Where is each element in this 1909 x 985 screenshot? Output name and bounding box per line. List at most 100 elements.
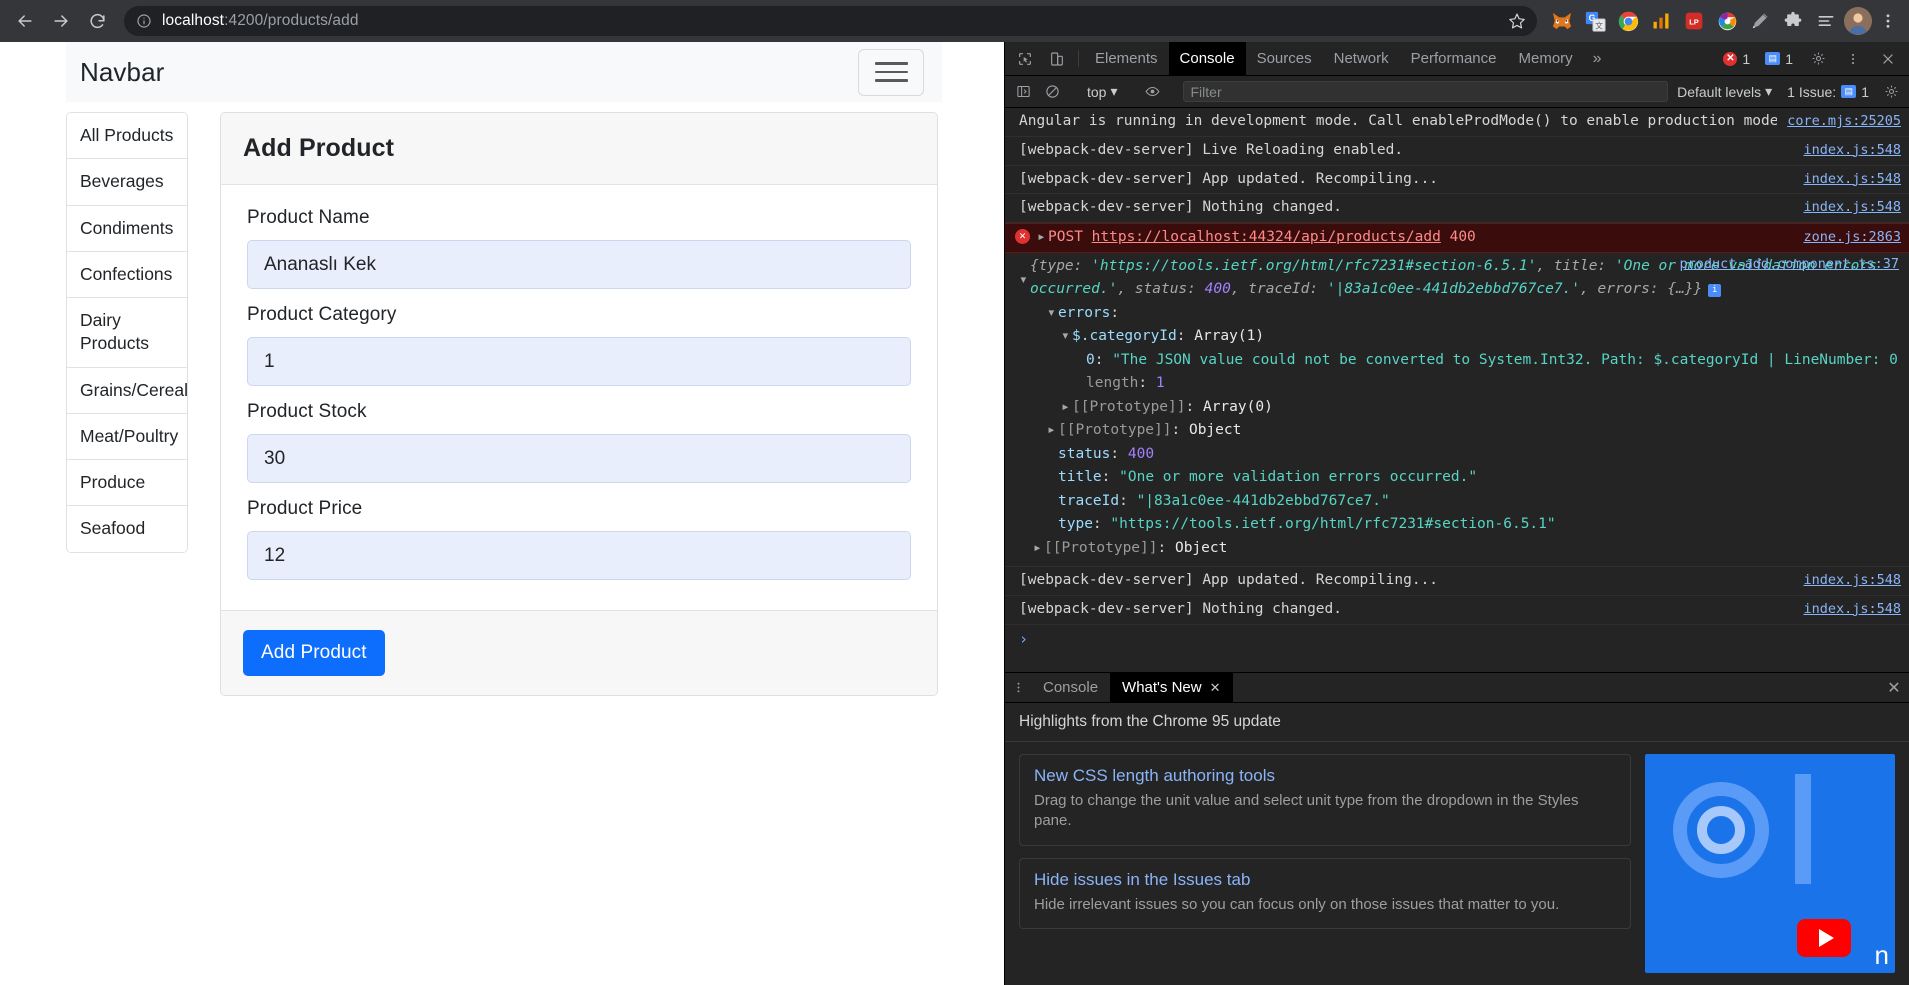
google-translate-extension-icon[interactable]: G文 xyxy=(1580,6,1610,36)
error-object-property-row[interactable]: 0: "The JSON value could not be converte… xyxy=(1019,349,1909,372)
metamask-extension-icon[interactable] xyxy=(1547,6,1577,36)
error-object-property-row[interactable]: $.categoryId: Array(1) xyxy=(1019,325,1901,348)
console-source-link[interactable]: index.js:548 xyxy=(1803,570,1901,590)
issues-counter[interactable]: 1 Issue: ▤ 1 xyxy=(1781,84,1875,100)
devtools-tab-network[interactable]: Network xyxy=(1323,42,1400,75)
reading-list-icon[interactable] xyxy=(1811,6,1841,36)
console-source-link[interactable]: index.js:548 xyxy=(1803,197,1901,217)
inspect-element-icon[interactable] xyxy=(1009,42,1041,75)
drawer-tab-console[interactable]: Console xyxy=(1031,673,1110,702)
error-object-property-row[interactable]: type: "https://tools.ietf.org/html/rfc72… xyxy=(1019,513,1901,536)
forward-button[interactable] xyxy=(44,4,78,38)
collapse-arrow-icon[interactable] xyxy=(1061,325,1070,348)
whats-new-card-title[interactable]: Hide issues in the Issues tab xyxy=(1034,870,1616,890)
error-object-property-row[interactable]: title: "One or more validation errors oc… xyxy=(1019,466,1901,489)
message-count-badge[interactable]: ▤ 1 xyxy=(1759,51,1799,67)
error-object-property-row[interactable]: status: 400 xyxy=(1019,443,1901,466)
more-tabs-button[interactable]: » xyxy=(1584,42,1611,75)
site-info-icon[interactable] xyxy=(136,13,152,29)
address-bar[interactable]: localhost:4200/products/add xyxy=(124,6,1537,36)
product-price-input[interactable] xyxy=(247,531,911,580)
star-icon[interactable] xyxy=(1505,9,1529,33)
whats-new-card-title[interactable]: New CSS length authoring tools xyxy=(1034,766,1616,786)
category-item[interactable]: Beverages xyxy=(67,159,187,206)
collapse-arrow-icon[interactable] xyxy=(1019,269,1028,292)
profile-avatar[interactable] xyxy=(1844,7,1872,35)
devtools-tab-console[interactable]: Console xyxy=(1168,42,1246,75)
console-sidebar-icon[interactable] xyxy=(1010,79,1036,105)
collapse-arrow-icon[interactable] xyxy=(1047,302,1056,325)
error-object-property-row[interactable]: [[Prototype]]: Array(0) xyxy=(1019,396,1901,419)
whats-new-video-thumbnail[interactable]: n xyxy=(1645,754,1895,973)
devtools-tab-memory[interactable]: Memory xyxy=(1508,42,1584,75)
product-stock-input[interactable] xyxy=(247,434,911,483)
back-button[interactable] xyxy=(8,4,42,38)
console-settings-icon[interactable] xyxy=(1878,79,1904,105)
gear-icon[interactable] xyxy=(1802,51,1834,66)
drawer-more-options-icon[interactable] xyxy=(1005,673,1031,702)
info-badge-icon[interactable]: i xyxy=(1708,284,1722,298)
navbar-brand[interactable]: Navbar xyxy=(80,57,164,88)
object-brace-type-key: {type: xyxy=(1030,257,1092,274)
category-item[interactable]: Seafood xyxy=(67,506,187,552)
error-object-property-row[interactable]: [[Prototype]]: Object xyxy=(1019,537,1901,560)
whats-new-card[interactable]: New CSS length authoring tools Drag to ch… xyxy=(1019,754,1631,846)
lastpass-extension-icon[interactable]: LP xyxy=(1679,6,1709,36)
expand-arrow-icon[interactable] xyxy=(1047,419,1056,442)
chrome-menu-button[interactable] xyxy=(1875,6,1901,36)
console-source-link[interactable]: index.js:548 xyxy=(1803,140,1901,160)
category-item[interactable]: Condiments xyxy=(67,205,187,252)
add-product-button[interactable]: Add Product xyxy=(243,630,385,676)
console-expanded-error-object[interactable]: product-add.component.ts:37 {type: 'https… xyxy=(1005,253,1909,568)
category-item[interactable]: All Products xyxy=(67,113,187,160)
navbar-toggler-button[interactable] xyxy=(858,48,924,96)
device-toolbar-icon[interactable] xyxy=(1041,42,1073,75)
reload-button[interactable] xyxy=(80,4,114,38)
analytics-extension-icon[interactable] xyxy=(1646,6,1676,36)
close-devtools-icon[interactable] xyxy=(1872,52,1904,66)
devtools-tab-elements[interactable]: Elements xyxy=(1084,42,1169,75)
console-source-link[interactable]: core.mjs:25205 xyxy=(1787,111,1901,131)
console-source-link[interactable]: zone.js:2863 xyxy=(1803,227,1901,247)
live-expression-icon[interactable] xyxy=(1140,79,1166,105)
category-item[interactable]: Grains/Cereals xyxy=(67,367,187,414)
console-error-row[interactable]: ✕ POST https://localhost:44324/api/produc… xyxy=(1005,223,1909,253)
chrome-extension-icon[interactable] xyxy=(1613,6,1643,36)
category-item[interactable]: Dairy Products xyxy=(67,298,187,368)
error-object-property-row[interactable]: length: 1 xyxy=(1019,372,1901,395)
error-object-property-row[interactable]: [[Prototype]]: Object xyxy=(1019,419,1901,442)
error-count-badge[interactable]: ✕ 1 xyxy=(1717,51,1756,67)
clear-console-icon[interactable] xyxy=(1039,79,1065,105)
devtools-tab-sources[interactable]: Sources xyxy=(1246,42,1323,75)
category-item[interactable]: Meat/Poultry xyxy=(67,413,187,461)
colorzilla-extension-icon[interactable] xyxy=(1712,6,1742,36)
expand-arrow-icon[interactable] xyxy=(1037,227,1046,249)
whats-new-card[interactable]: Hide issues in the Issues tab Hide irrele… xyxy=(1019,857,1631,929)
product-name-input[interactable] xyxy=(247,240,911,289)
expand-arrow-icon[interactable] xyxy=(1033,537,1042,560)
console-prompt[interactable]: › xyxy=(1005,625,1909,653)
console-source-link[interactable]: index.js:548 xyxy=(1803,599,1901,619)
drawer-tab-what-s-new[interactable]: What's New ✕ xyxy=(1110,673,1233,702)
drawer-close-icon[interactable]: ✕ xyxy=(1879,673,1909,702)
error-object-property-row[interactable]: traceId: "|83a1c0ee-441db2ebbd767ce7." xyxy=(1019,490,1901,513)
category-item[interactable]: Confections xyxy=(67,251,187,299)
console-source-link[interactable]: index.js:548 xyxy=(1803,169,1901,189)
log-levels-selector[interactable]: Default levels ▾ xyxy=(1671,83,1778,100)
play-button-icon[interactable] xyxy=(1797,919,1851,957)
execution-context-selector[interactable]: top ▾ xyxy=(1082,83,1123,100)
console-message-list[interactable]: Angular is running in development mode. … xyxy=(1005,108,1909,672)
drawer-tab-close-icon[interactable]: ✕ xyxy=(1210,680,1221,696)
expand-arrow-icon[interactable] xyxy=(1061,396,1070,419)
product-category-input[interactable] xyxy=(247,337,911,386)
category-item[interactable]: Produce xyxy=(67,460,187,507)
console-source-link[interactable]: product-add.component.ts:37 xyxy=(1680,256,1899,272)
pen-extension-icon[interactable] xyxy=(1745,6,1775,36)
more-options-icon[interactable] xyxy=(1837,52,1869,66)
devtools-tab-performance[interactable]: Performance xyxy=(1400,42,1508,75)
console-filter-input[interactable]: Filter xyxy=(1182,81,1669,102)
error-object-property-row[interactable]: errors: xyxy=(1019,302,1901,325)
object-traceid-key: , traceId: xyxy=(1230,281,1327,298)
request-url-link[interactable]: https://localhost:44324/api/products/add xyxy=(1092,229,1441,245)
puzzle-extensions-icon[interactable] xyxy=(1778,6,1808,36)
